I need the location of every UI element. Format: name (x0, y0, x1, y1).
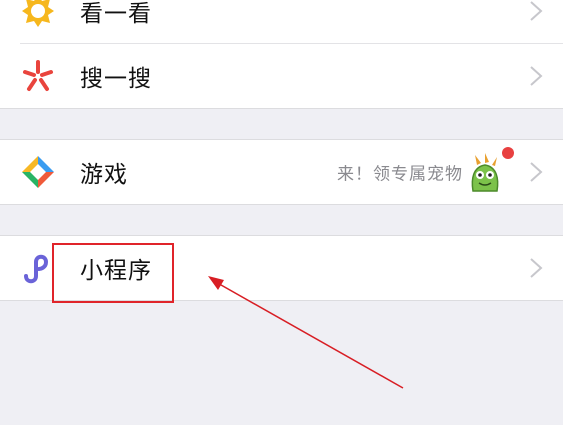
annotation-highlight-box (52, 243, 174, 303)
pet-monster-icon (471, 153, 499, 192)
menu-label-games: 游戏 (80, 162, 128, 188)
chevron-right-icon (530, 1, 543, 21)
menu-row-search[interactable]: 搜一搜 (20, 43, 563, 108)
chevron-right-icon (530, 66, 543, 86)
mini-program-icon (24, 254, 49, 284)
red-dot-badge (502, 147, 514, 159)
menu-label-search: 搜一搜 (80, 66, 152, 92)
games-icon (22, 156, 54, 188)
look-icon (22, 0, 54, 27)
discover-group-2: 游戏 来！领专属宠物 (0, 139, 563, 205)
menu-row-games[interactable]: 游戏 来！领专属宠物 (0, 140, 563, 204)
chevron-right-icon (530, 258, 543, 278)
games-promo-text: 来！领专属宠物 (337, 164, 463, 185)
search-icon (23, 60, 53, 91)
chevron-right-icon (530, 162, 543, 182)
menu-row-look[interactable]: 看一看 (0, 0, 563, 43)
discover-group-1: 看一看 搜一搜 (0, 0, 563, 109)
menu-label-look: 看一看 (80, 1, 152, 27)
